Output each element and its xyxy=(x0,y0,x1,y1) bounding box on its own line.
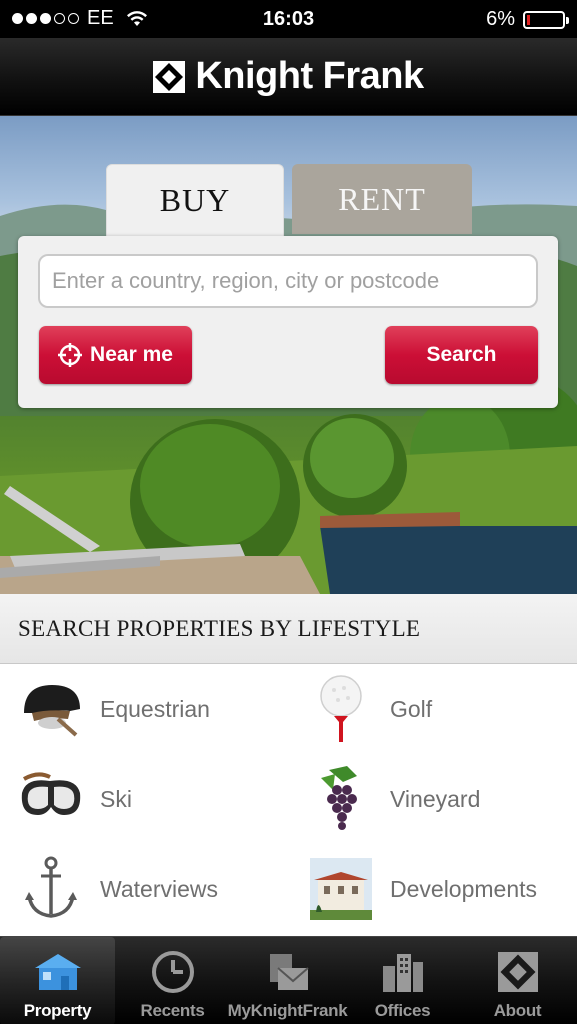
lifestyle-item-vineyard[interactable]: Vineyard xyxy=(306,754,576,844)
tabbar-recents[interactable]: Recents xyxy=(115,937,230,1024)
app-header: Knight Frank xyxy=(0,38,577,116)
search-label: Search xyxy=(426,343,497,366)
lifestyle-label: Equestrian xyxy=(100,695,210,722)
crosshair-icon xyxy=(58,343,83,367)
near-me-label: Near me xyxy=(90,343,173,366)
battery-icon xyxy=(523,10,569,29)
lifestyle-header: SEARCH PROPERTIES BY LIFESTYLE xyxy=(0,594,577,664)
status-right: 6% xyxy=(486,8,569,31)
clock-icon xyxy=(147,949,199,995)
tabbar-property[interactable]: Property xyxy=(0,937,115,1024)
grapes-icon xyxy=(306,764,376,834)
lifestyle-item-ski[interactable]: Ski xyxy=(16,754,286,844)
tab-rent[interactable]: RENT xyxy=(292,164,472,234)
tabbar-myknightfrank[interactable]: MyKnightFrank xyxy=(227,937,348,1024)
search-button[interactable]: Search xyxy=(385,326,538,384)
lifestyle-item-waterviews[interactable]: Waterviews xyxy=(16,844,286,934)
riding-helmet-icon xyxy=(16,674,86,744)
lifestyle-label: Vineyard xyxy=(390,785,481,812)
mail-folder-icon xyxy=(262,949,314,995)
house-icon xyxy=(32,949,84,995)
lifestyle-item-golf[interactable]: Golf xyxy=(306,664,576,754)
tabbar-label: Property xyxy=(23,1001,92,1020)
golf-ball-icon xyxy=(306,674,376,744)
lifestyle-item-equestrian[interactable]: Equestrian xyxy=(16,664,286,754)
tabbar-offices[interactable]: Offices xyxy=(345,937,460,1024)
lifestyle-item-developments[interactable]: Developments xyxy=(306,844,576,934)
location-search-input[interactable] xyxy=(38,254,538,308)
tabbar-label: Recents xyxy=(140,1001,205,1020)
battery-percent: 6% xyxy=(486,8,515,30)
anchor-icon xyxy=(16,854,86,924)
near-me-button[interactable]: Near me xyxy=(39,326,192,384)
tabbar-label: Offices xyxy=(374,1001,431,1020)
buildings-icon xyxy=(377,949,429,995)
tab-buy[interactable]: BUY xyxy=(106,164,284,236)
lifestyle-label: Developments xyxy=(390,875,538,902)
bottom-tab-bar: Property Recents MyKnightFrank Offices A… xyxy=(0,936,577,1024)
knight-frank-logo-icon xyxy=(153,60,186,93)
lifestyle-label: Ski xyxy=(100,785,132,812)
lifestyle-label: Golf xyxy=(390,695,433,722)
lifestyle-label: Waterviews xyxy=(100,875,218,902)
knight-frank-logo-icon xyxy=(492,949,544,995)
tabbar-about[interactable]: About xyxy=(460,937,575,1024)
brand-name: Knight Frank xyxy=(195,55,424,97)
tabbar-label: MyKnightFrank xyxy=(227,1001,348,1020)
ski-goggles-icon xyxy=(16,764,86,834)
tabbar-label: About xyxy=(493,1001,542,1020)
lifestyle-title: SEARCH PROPERTIES BY LIFESTYLE xyxy=(18,615,421,641)
villa-icon xyxy=(306,854,376,924)
status-bar: EE 16:03 6% xyxy=(0,0,577,38)
